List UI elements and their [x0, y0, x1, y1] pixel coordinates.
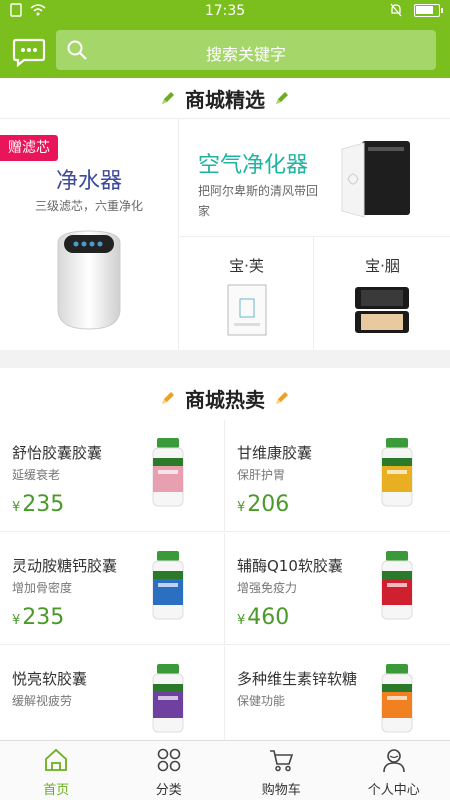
- product-name: 悦亮软胶囊: [12, 670, 88, 688]
- product-card[interactable]: 悦亮软胶囊 缓解视疲劳: [0, 646, 225, 740]
- battery-level: [416, 5, 433, 14]
- product-card[interactable]: 辅酶Q10软胶囊 增强免疫力 ¥460: [225, 533, 450, 645]
- product-name: 多种维生素锌软糖: [237, 670, 358, 688]
- nav-cart[interactable]: 购物车: [225, 741, 338, 800]
- pencil-icon: [162, 392, 174, 404]
- supplement-bottle-image: [381, 551, 413, 620]
- product-name: 灵动胺糖钙胶囊: [12, 557, 118, 575]
- nav-label: 分类: [155, 783, 182, 798]
- product-desc: 增强免疫力: [237, 581, 298, 595]
- nav-category[interactable]: 分类: [113, 741, 226, 800]
- status-icons-right: [390, 3, 443, 17]
- currency-symbol: ¥: [237, 613, 246, 628]
- powder-compact-image: [355, 287, 409, 333]
- baofu-card[interactable]: 宝·芙: [180, 237, 314, 351]
- section-divider: [0, 350, 450, 368]
- card-label: 宝·胭: [365, 257, 400, 275]
- supplement-bottle-image: [381, 664, 413, 733]
- supplement-bottle-image: [152, 438, 184, 507]
- product-desc: 增加骨密度: [12, 581, 73, 595]
- home-icon: [45, 748, 68, 771]
- status-bar: 17:35: [0, 0, 450, 24]
- pencil-icon: [162, 92, 174, 104]
- chat-bubble-icon[interactable]: [12, 34, 46, 68]
- currency-symbol: ¥: [12, 613, 21, 628]
- product-price: ¥460: [237, 605, 289, 630]
- gift-badge: 赠滤芯: [0, 135, 58, 161]
- price-value: 460: [247, 605, 290, 630]
- card-subtitle: 三级滤芯，六重净化: [34, 199, 143, 213]
- card-subtitle: 把阿尔卑斯的清风带回家: [198, 184, 319, 218]
- featured-title: 商城精选: [185, 87, 265, 112]
- status-time: 17:35: [204, 3, 246, 19]
- currency-symbol: ¥: [12, 500, 21, 515]
- product-desc: 缓解视疲劳: [12, 694, 73, 708]
- user-icon: [382, 749, 405, 773]
- supplement-bottle-image: [152, 551, 184, 620]
- nav-label: 首页: [43, 783, 70, 798]
- featured-section-title: 商城精选: [0, 78, 450, 118]
- card-label: 宝·芙: [229, 257, 264, 275]
- search-placeholder: 搜索关键字: [205, 45, 286, 64]
- product-price: ¥235: [12, 605, 64, 630]
- currency-symbol: ¥: [237, 500, 246, 515]
- search-input[interactable]: 搜索关键字: [56, 30, 436, 70]
- product-name: 舒怡胶囊胶囊: [12, 444, 103, 462]
- product-price: ¥235: [12, 492, 64, 517]
- product-row: 灵动胺糖钙胶囊 增加骨密度 ¥235 辅酶Q10软胶囊 增强免疫力 ¥460: [0, 533, 450, 645]
- water-purifier-image: [57, 230, 121, 330]
- header: 搜索关键字: [0, 24, 450, 78]
- nav-label: 购物车: [261, 783, 301, 798]
- pencil-icon: [276, 392, 288, 404]
- product-card[interactable]: 甘维康胶囊 保肝护胃 ¥206: [225, 420, 450, 532]
- supplement-bottle-image: [381, 438, 413, 507]
- nav-profile[interactable]: 个人中心: [338, 741, 450, 800]
- product-desc: 保肝护胃: [237, 468, 286, 482]
- bottom-nav: 首页 分类 购物车 个人中心: [0, 740, 450, 800]
- product-row: 舒怡胶囊胶囊 延缓衰老 ¥235 甘维康胶囊 保肝护胃 ¥206: [0, 420, 450, 532]
- baoyan-card[interactable]: 宝·胭: [315, 237, 450, 351]
- air-purifier-image: [341, 141, 410, 218]
- featured-grid: 赠滤芯 净水器 三级滤芯，六重净化 空气净化器 把阿尔卑斯的清风带回家 宝·芙 …: [0, 118, 450, 351]
- nav-label: 个人中心: [367, 783, 420, 798]
- product-row: 悦亮软胶囊 缓解视疲劳 多种维生素锌软糖 保健功能: [0, 646, 450, 740]
- nav-home[interactable]: 首页: [0, 741, 113, 800]
- battery-icon: [414, 3, 443, 17]
- hot-title: 商城热卖: [185, 387, 265, 412]
- hot-section-title: 商城热卖: [0, 378, 450, 418]
- product-name: 辅酶Q10软胶囊: [237, 557, 343, 575]
- water-purifier-card[interactable]: 赠滤芯 净水器 三级滤芯，六重净化: [0, 119, 179, 351]
- mute-bell-icon: [390, 3, 402, 17]
- product-card[interactable]: 灵动胺糖钙胶囊 增加骨密度 ¥235: [0, 533, 225, 645]
- product-name: 甘维康胶囊: [237, 444, 313, 462]
- product-box-image: [227, 284, 267, 336]
- pencil-icon: [276, 92, 288, 104]
- price-value: 206: [247, 492, 290, 517]
- supplement-bottle-image: [152, 664, 184, 733]
- price-value: 235: [22, 605, 65, 630]
- hot-products-grid: 舒怡胶囊胶囊 延缓衰老 ¥235 甘维康胶囊 保肝护胃 ¥206 灵动胺糖钙胶囊…: [0, 420, 450, 740]
- card-title: 净水器: [55, 169, 122, 194]
- product-price: ¥206: [237, 492, 289, 517]
- product-card[interactable]: 舒怡胶囊胶囊 延缓衰老 ¥235: [0, 420, 225, 532]
- cart-icon: [270, 750, 294, 772]
- price-value: 235: [22, 492, 65, 517]
- product-desc: 保健功能: [237, 694, 286, 708]
- card-title: 空气净化器: [198, 153, 309, 178]
- product-desc: 延缓衰老: [12, 468, 61, 482]
- product-card[interactable]: 多种维生素锌软糖 保健功能: [225, 646, 450, 740]
- category-icon: [157, 748, 181, 772]
- air-purifier-card[interactable]: 空气净化器 把阿尔卑斯的清风带回家: [180, 119, 450, 237]
